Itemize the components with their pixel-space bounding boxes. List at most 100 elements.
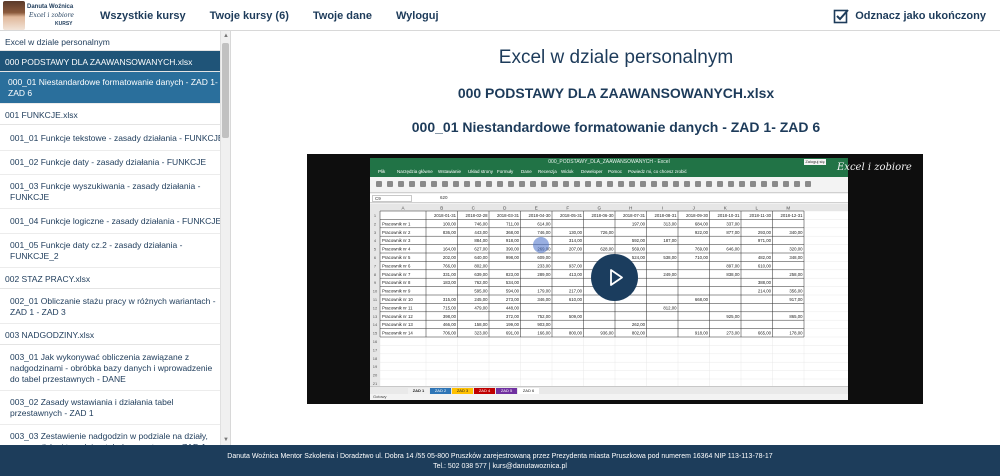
excel-status-text: Gotowy — [373, 394, 387, 399]
excel-cell-label: Pracownik nr 13 — [382, 322, 413, 327]
excel-cell-value: 918,00 — [695, 331, 709, 336]
excel-cell-date: 2018-12-31 — [781, 213, 804, 218]
excel-cell-value: 823,00 — [506, 272, 520, 277]
excel-row-number: 14 — [373, 322, 378, 327]
excel-cell-value: 443,00 — [474, 230, 488, 235]
excel-cell-value: 340,00 — [789, 230, 803, 235]
excel-login-button: Zaloguj się — [804, 159, 826, 165]
excel-cell-value: 865,00 — [789, 314, 803, 319]
excel-cell-value: 398,00 — [443, 314, 457, 319]
excel-cell-label: Pracownik nr 8 — [382, 280, 411, 285]
excel-cell-value: 448,00 — [506, 305, 520, 310]
excel-cell-date: 2018-02-28 — [466, 213, 489, 218]
video-player[interactable]: 000_PODSTAWY_DLA_ZAAWANSOWANYCH - Excel … — [307, 154, 923, 404]
excel-cell-label: Pracownik nr 11 — [382, 305, 413, 310]
excel-ribbon-button — [772, 181, 778, 187]
excel-cell-label: Pracownik nr 4 — [382, 247, 411, 252]
excel-cell-value: 877,00 — [726, 230, 740, 235]
excel-cell-value: 346,00 — [537, 297, 551, 302]
excel-cell-value: 812,00 — [663, 305, 677, 310]
excel-cell-value: 313,00 — [663, 221, 677, 226]
excel-ribbon-button — [728, 181, 734, 187]
main-nav: Wszystkie kursy Twoje kursy (6) Twoje da… — [100, 0, 463, 31]
excel-cell-value: 315,00 — [443, 297, 457, 302]
excel-cell-value: 164,00 — [443, 247, 457, 252]
scroll-down-arrow-icon[interactable]: ▼ — [221, 435, 230, 445]
excel-ribbon-button — [420, 181, 426, 187]
sidebar-chapter-003[interactable]: 003 NADGODZINY.xlsx — [0, 324, 230, 345]
excel-cell-date: 2018-11-30 — [749, 213, 771, 218]
excel-menu-item: Widok — [561, 169, 574, 174]
excel-ribbon-button — [585, 181, 591, 187]
sidebar-lesson-001-02[interactable]: 001_02 Funkcje daty - zasady działania -… — [0, 151, 230, 175]
excel-ribbon-button — [750, 181, 756, 187]
excel-row-number: 16 — [373, 339, 378, 344]
sidebar-chapter-001[interactable]: 001 FUNKCJE.xlsx — [0, 104, 230, 125]
excel-ribbon-button — [486, 181, 492, 187]
excel-ribbon-button — [651, 181, 657, 187]
sidebar-lesson-001-03[interactable]: 001_03 Funkcje wyszukiwania - zasady dzi… — [0, 175, 230, 209]
excel-cell-value: 610,00 — [569, 297, 583, 302]
excel-cell-value: 482,00 — [758, 255, 772, 260]
excel-column-letter: F — [566, 206, 569, 211]
excel-menu: Plik Narzędzia główne Wstawianie Układ stro… — [370, 167, 848, 177]
excel-cell-value: 479,00 — [474, 305, 488, 310]
excel-cell-value: 368,00 — [506, 230, 520, 235]
logo[interactable]: Danuta Woźnica Excel i zobiore KURSY — [3, 1, 93, 30]
excel-cell-value: 802,00 — [632, 331, 646, 336]
excel-ribbon-button — [541, 181, 547, 187]
mark-complete-label: Odznacz jako ukończony — [855, 10, 986, 22]
excel-cell-date: 2018-06-30 — [592, 213, 615, 218]
nav-logout[interactable]: Wyloguj — [396, 10, 439, 22]
excel-ribbon-button — [695, 181, 701, 187]
sidebar-lesson-003-03[interactable]: 003_03 Zestawienie nadgodzin w podziale … — [0, 425, 230, 445]
excel-ribbon-button — [530, 181, 536, 187]
excel-cell-label: Pracownik nr 2 — [382, 230, 411, 235]
excel-row-number: 17 — [373, 347, 378, 352]
excel-ribbon-button — [640, 181, 646, 187]
sidebar-lesson-001-05[interactable]: 001_05 Funkcje daty cz.2 - zasady działa… — [0, 234, 230, 268]
excel-menu-item: Formuły — [497, 169, 514, 174]
excel-ribbon-button — [662, 181, 668, 187]
excel-cell-value: 337,00 — [726, 221, 740, 226]
nav-my-data[interactable]: Twoje dane — [313, 10, 372, 22]
excel-ribbon-button — [717, 181, 723, 187]
sidebar-lesson-001-01[interactable]: 001_01 Funkcje tekstowe - zasady działan… — [0, 125, 230, 151]
excel-column-letter: K — [724, 206, 727, 211]
excel-cell-label: Pracownik nr 12 — [382, 314, 413, 319]
video-watermark: Excel i zobiore — [837, 162, 912, 173]
excel-cell-value: 711,00 — [506, 221, 519, 226]
excel-sheet-tabs: ZAD 1 ZAD 2 ZAD 3 ZAD 4 ZAD 5 ZAD 6 — [370, 386, 848, 394]
excel-cell-value: 356,00 — [789, 289, 803, 294]
footer-company-info: Danuta Woźnica Mentor Szkolenia i Doradz… — [227, 453, 773, 460]
excel-ribbon-button — [739, 181, 745, 187]
excel-cell-value: 800,00 — [569, 331, 583, 336]
excel-cell-value: 903,00 — [537, 322, 551, 327]
sidebar-lesson-003-01[interactable]: 003_01 Jak wykonywać obliczenia zawiązan… — [0, 345, 230, 391]
sidebar-lesson-000-01[interactable]: 000_01 Niestandardowe formatowanie danyc… — [0, 72, 230, 104]
nav-all-courses[interactable]: Wszystkie kursy — [100, 10, 186, 22]
sidebar-chapter-002[interactable]: 002 STAZ PRACY.xlsx — [0, 268, 230, 289]
sidebar-scrollbar[interactable]: ▲ ▼ — [220, 31, 230, 445]
nav-my-courses[interactable]: Twoje kursy (6) — [210, 10, 289, 22]
excel-cell-value: 569,00 — [632, 247, 646, 252]
excel-cell-value: 925,00 — [726, 314, 740, 319]
excel-cell-value: 684,00 — [695, 221, 709, 226]
excel-ribbon-button — [398, 181, 404, 187]
mark-complete-button[interactable]: Odznacz jako ukończony — [833, 6, 986, 26]
sidebar-lesson-001-04[interactable]: 001_04 Funkcje logiczne - zasady działan… — [0, 209, 230, 234]
excel-cell-date: 2018-03-31 — [497, 213, 520, 218]
sidebar-chapter-000[interactable]: 000 PODSTAWY DLA ZAAWANSOWANYCH.xlsx — [0, 51, 230, 72]
sidebar-lesson-003-02[interactable]: 003_02 Zasady wstawiania i działania tab… — [0, 391, 230, 425]
sidebar-lesson-002-01[interactable]: 002_01 Obliczanie stażu pracy w różnych … — [0, 289, 230, 324]
excel-menu-item: Wstawianie — [438, 169, 462, 174]
excel-cell-value: 199,00 — [506, 322, 520, 327]
excel-ribbon-button — [376, 181, 382, 187]
scroll-thumb[interactable] — [222, 43, 229, 138]
excel-row-number: 12 — [373, 305, 378, 310]
excel-column-letter: I — [662, 206, 663, 211]
scroll-up-arrow-icon[interactable]: ▲ — [221, 31, 230, 41]
play-button[interactable] — [591, 254, 638, 301]
excel-cell-label: Pracownik nr 6 — [382, 263, 411, 268]
excel-ribbon-button — [794, 181, 800, 187]
